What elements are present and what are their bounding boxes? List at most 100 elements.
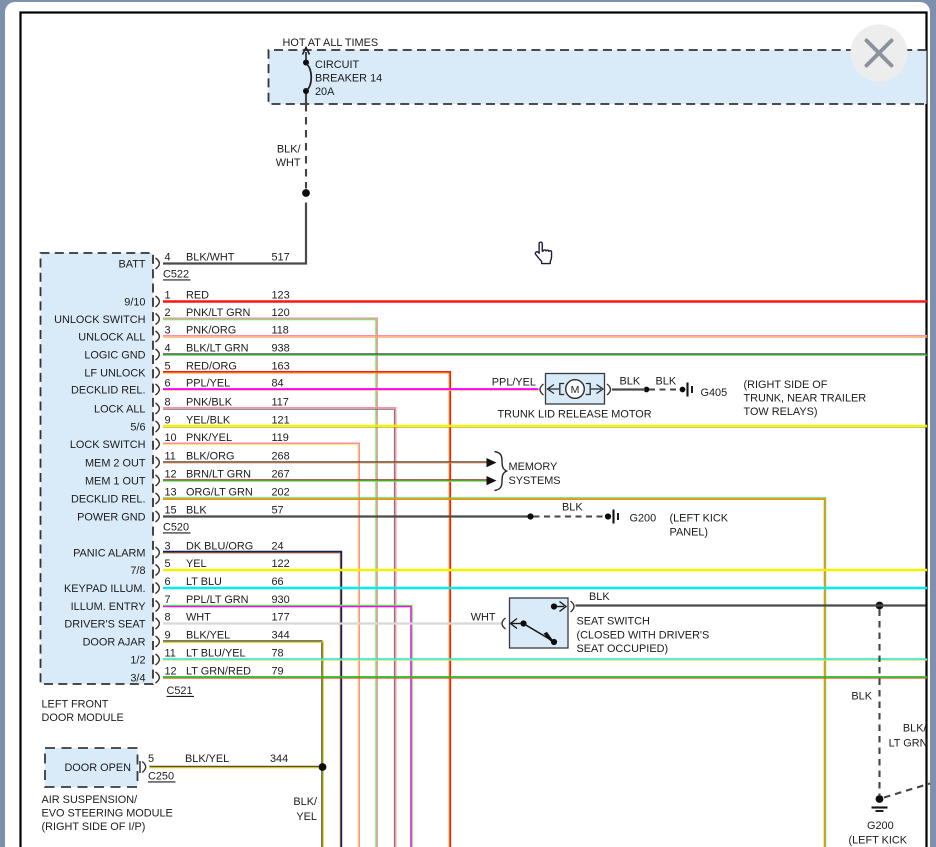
svg-text:LT BLU: LT BLU (186, 576, 222, 588)
svg-text:(LEFT KICK: (LEFT KICK (849, 835, 908, 847)
svg-text:PNK/LT GRN: PNK/LT GRN (186, 307, 250, 319)
svg-text:YEL: YEL (186, 558, 207, 570)
svg-text:BREAKER 14: BREAKER 14 (315, 73, 382, 85)
svg-text:120: 120 (272, 307, 290, 319)
svg-text:BLK/: BLK/ (293, 796, 318, 808)
svg-text:4: 4 (165, 342, 171, 354)
svg-text:G200: G200 (867, 820, 894, 832)
svg-text:BLK/WHT: BLK/WHT (186, 251, 235, 263)
svg-text:11: 11 (165, 450, 176, 462)
svg-text:119: 119 (272, 432, 289, 444)
svg-text:C522: C522 (163, 269, 189, 281)
svg-text:LEFT FRONT: LEFT FRONT (42, 699, 109, 711)
svg-text:57: 57 (272, 504, 284, 516)
svg-text:BLK/: BLK/ (277, 144, 302, 156)
svg-text:G200: G200 (630, 513, 657, 525)
svg-text:121: 121 (272, 414, 290, 426)
svg-text:517: 517 (272, 251, 290, 263)
svg-text:BATT: BATT (118, 259, 145, 271)
svg-text:DECKLID REL.: DECKLID REL. (71, 494, 145, 506)
svg-text:938: 938 (272, 342, 290, 354)
svg-text:PNK/BLK: PNK/BLK (186, 396, 233, 408)
svg-text:20A: 20A (315, 86, 335, 98)
svg-text:KEYPAD ILLUM.: KEYPAD ILLUM. (64, 583, 146, 595)
svg-text:WHT: WHT (186, 611, 211, 623)
svg-text:(RIGHT SIDE OF: (RIGHT SIDE OF (744, 379, 828, 391)
svg-text:MEM 2 OUT: MEM 2 OUT (85, 458, 146, 470)
svg-text:6: 6 (165, 377, 171, 389)
svg-text:DOOR MODULE: DOOR MODULE (42, 712, 124, 724)
svg-text:9: 9 (165, 629, 171, 641)
svg-text:(CLOSED WITH DRIVER'S: (CLOSED WITH DRIVER'S (577, 630, 710, 642)
svg-text:(LEFT KICK: (LEFT KICK (670, 513, 729, 525)
svg-text:123: 123 (272, 289, 290, 301)
svg-text:5: 5 (165, 360, 171, 372)
svg-text:15: 15 (165, 504, 177, 516)
svg-text:3/4: 3/4 (130, 673, 145, 685)
svg-text:UNLOCK ALL: UNLOCK ALL (78, 332, 145, 344)
svg-text:BRN/LT GRN: BRN/LT GRN (186, 468, 251, 480)
svg-text:BLK: BLK (589, 591, 610, 603)
svg-text:HOT AT ALL TIMES: HOT AT ALL TIMES (283, 37, 379, 49)
svg-text:DOOR AJAR: DOOR AJAR (83, 637, 146, 649)
svg-text:2: 2 (165, 307, 171, 319)
svg-text:DRIVER'S SEAT: DRIVER'S SEAT (64, 619, 146, 631)
svg-text:LOCK SWITCH: LOCK SWITCH (70, 439, 146, 451)
svg-text:122: 122 (272, 558, 290, 570)
svg-text:PNK/YEL: PNK/YEL (186, 432, 232, 444)
svg-text:BLK: BLK (851, 691, 872, 703)
svg-text:BLK: BLK (656, 376, 677, 388)
svg-text:ILLUM. ENTRY: ILLUM. ENTRY (71, 601, 147, 613)
svg-text:5: 5 (148, 753, 154, 765)
svg-text:BLK: BLK (620, 376, 641, 388)
svg-text:EVO STEERING MODULE: EVO STEERING MODULE (42, 808, 173, 820)
svg-text:8: 8 (165, 611, 171, 623)
svg-text:G405: G405 (701, 387, 728, 399)
svg-text:344: 344 (272, 629, 290, 641)
svg-text:930: 930 (272, 594, 290, 606)
svg-text:SEAT OCCUPIED): SEAT OCCUPIED) (577, 643, 669, 655)
svg-text:ORG/LT GRN: ORG/LT GRN (186, 486, 253, 498)
svg-text:BLK/ORG: BLK/ORG (186, 450, 234, 462)
svg-text:79: 79 (272, 665, 284, 677)
svg-text:11: 11 (165, 647, 176, 659)
svg-text:C521: C521 (167, 685, 193, 697)
svg-text:UNLOCK SWITCH: UNLOCK SWITCH (54, 314, 145, 326)
svg-text:9: 9 (165, 414, 171, 426)
svg-text:10: 10 (165, 432, 177, 444)
svg-text:YEL/BLK: YEL/BLK (186, 414, 231, 426)
svg-text:66: 66 (272, 576, 284, 588)
svg-text:1/2: 1/2 (130, 655, 145, 667)
svg-text:PPL/YEL: PPL/YEL (492, 377, 536, 389)
svg-text:TRUNK LID RELEASE MOTOR: TRUNK LID RELEASE MOTOR (498, 409, 652, 421)
svg-text:PPL/LT GRN: PPL/LT GRN (186, 594, 249, 606)
svg-text:177: 177 (272, 611, 290, 623)
svg-text:202: 202 (272, 486, 290, 498)
svg-text:163: 163 (272, 360, 290, 372)
svg-text:84: 84 (272, 377, 284, 389)
svg-text:1: 1 (165, 289, 171, 301)
svg-text:AIR SUSPENSION/: AIR SUSPENSION/ (42, 794, 139, 806)
svg-text:BLK: BLK (186, 504, 207, 516)
svg-text:3: 3 (165, 540, 171, 552)
svg-text:5/6: 5/6 (130, 422, 145, 434)
svg-text:BLK/YEL: BLK/YEL (186, 629, 230, 641)
svg-text:C250: C250 (148, 771, 174, 783)
svg-text:TRUNK, NEAR TRAILER: TRUNK, NEAR TRAILER (744, 393, 867, 405)
svg-text:12: 12 (165, 665, 177, 677)
svg-text:12: 12 (165, 468, 177, 480)
svg-text:9/10: 9/10 (124, 297, 145, 309)
svg-text:M: M (571, 384, 580, 396)
svg-text:78: 78 (272, 647, 284, 659)
svg-text:344: 344 (270, 753, 288, 765)
svg-text:LOGIC GND: LOGIC GND (84, 350, 145, 362)
svg-text:PNK/ORG: PNK/ORG (186, 324, 236, 336)
svg-text:LOCK ALL: LOCK ALL (94, 404, 145, 416)
svg-text:YEL: YEL (296, 811, 317, 823)
svg-text:8: 8 (165, 396, 171, 408)
svg-text:13: 13 (165, 486, 177, 498)
svg-text:RED: RED (186, 289, 209, 301)
svg-text:PPL/YEL: PPL/YEL (186, 377, 230, 389)
svg-text:POWER GND: POWER GND (77, 512, 146, 524)
svg-text:(RIGHT SIDE OF I/P): (RIGHT SIDE OF I/P) (42, 821, 146, 833)
